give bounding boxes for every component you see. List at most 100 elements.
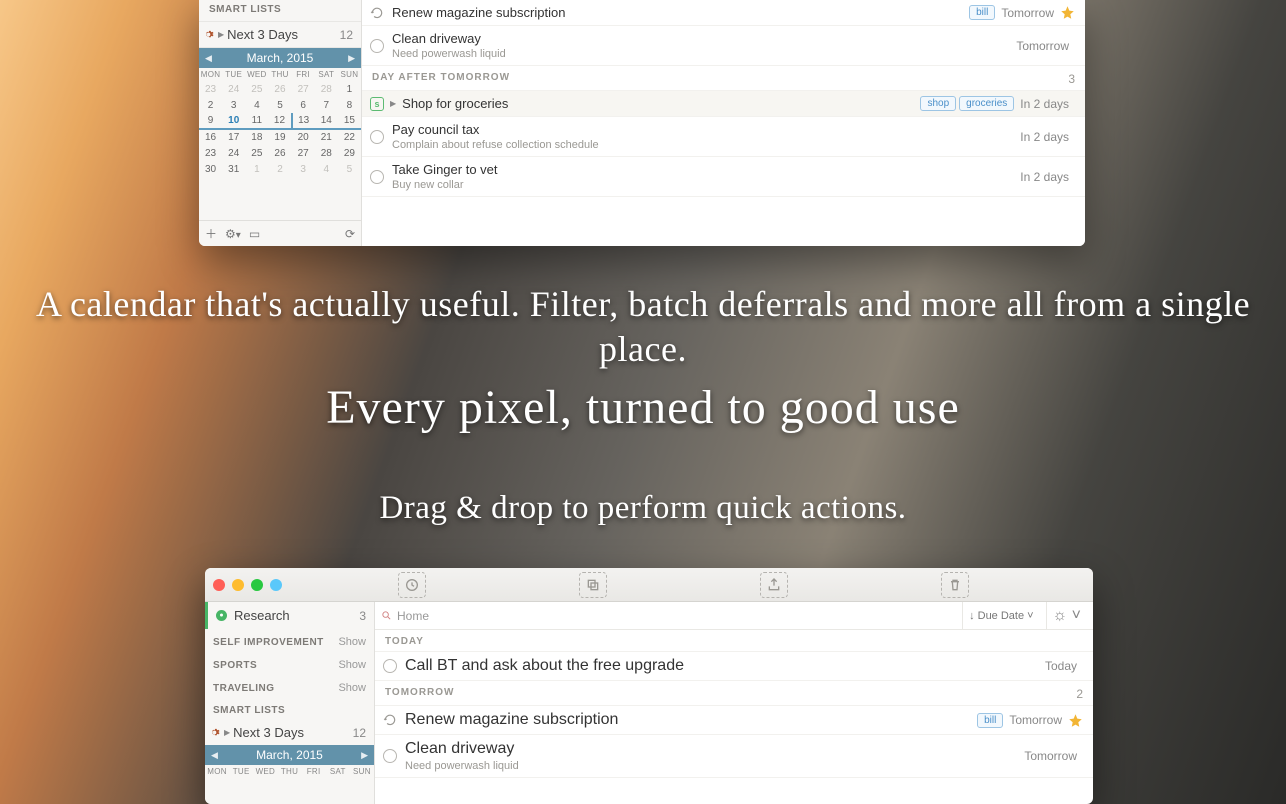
task-title: Clean driveway <box>392 31 1016 46</box>
task-checkbox[interactable] <box>383 659 397 673</box>
star-icon[interactable] <box>1060 5 1075 20</box>
task-note: Need powerwash liquid <box>392 48 1016 60</box>
drop-targets <box>282 572 1085 598</box>
task-due: Tomorrow <box>1016 39 1069 53</box>
task-row[interactable]: Call BT and ask about the free upgrade T… <box>375 652 1093 681</box>
task-title: Take Ginger to vet <box>392 162 1020 177</box>
section-show-button[interactable]: Show <box>338 682 366 694</box>
task-row[interactable]: Clean driveway Need powerwash liquid Tom… <box>362 26 1085 66</box>
task-due: In 2 days <box>1020 97 1069 111</box>
sidebar-item-next-3-days[interactable]: ▶ Next 3 Days 12 <box>205 720 374 745</box>
sidebar-item-count: 12 <box>340 28 353 42</box>
task-due: In 2 days <box>1020 170 1069 184</box>
task-checkbox[interactable] <box>370 170 384 184</box>
task-row[interactable]: Take Ginger to vet Buy new collar In 2 d… <box>362 157 1085 197</box>
task-row[interactable]: Renew magazine subscription bill Tomorro… <box>362 0 1085 26</box>
search-icon <box>381 610 392 621</box>
sidebar-section-smart-lists: SMART LISTS <box>199 0 361 21</box>
section-show-button[interactable]: Show <box>338 659 366 671</box>
calendar-prev-button[interactable]: ◀ <box>211 750 218 761</box>
drop-schedule[interactable] <box>398 572 426 598</box>
calendar-grid[interactable]: MONTUEWEDTHUFRISATSUN 2324252627281 2345… <box>199 68 361 177</box>
task-tag[interactable]: groceries <box>959 96 1014 111</box>
breadcrumb-home: Home <box>397 609 429 623</box>
calendar-next-button[interactable]: ▶ <box>348 53 355 64</box>
sidebar: ● Research 3 SELF IMPROVEMENT Show SPORT… <box>205 602 375 804</box>
task-row[interactable]: Clean driveway Need powerwash liquid Tom… <box>375 735 1093 778</box>
disclosure-triangle-icon: ▶ <box>224 728 230 737</box>
trash-icon <box>947 577 963 593</box>
sidebar-section-sports[interactable]: SPORTS Show <box>205 652 374 675</box>
task-title: Pay council tax <box>392 122 1020 137</box>
calendar-title: March, 2015 <box>247 51 314 65</box>
task-due: In 2 days <box>1020 130 1069 144</box>
task-title: Shop for groceries <box>402 96 920 111</box>
task-note: Buy new collar <box>392 179 1020 191</box>
task-checkbox[interactable] <box>370 130 384 144</box>
sidebar-item-label: Next 3 Days <box>233 725 352 740</box>
extra-button[interactable] <box>270 579 282 591</box>
search-field[interactable]: Home <box>381 609 956 623</box>
zoom-button[interactable] <box>251 579 263 591</box>
minimize-button[interactable] <box>232 579 244 591</box>
task-title: Call BT and ask about the free upgrade <box>405 657 1045 675</box>
section-header-day-after-tomorrow: DAY AFTER TOMORROW 3 <box>362 66 1085 91</box>
sort-menu[interactable]: ↓ Due Date ˅ <box>962 602 1039 629</box>
task-note: Need powerwash liquid <box>405 760 1024 772</box>
calendar-toggle[interactable]: ▭ <box>249 227 260 241</box>
sidebar-item-next-3-days[interactable]: ▶ Next 3 Days 12 <box>199 21 361 48</box>
add-button[interactable]: ＋ <box>205 225 217 242</box>
list-color-icon: ● <box>216 610 227 621</box>
settings-button[interactable]: ⚙︎▾ <box>225 227 241 241</box>
list-toolbar: Home ↓ Due Date ˅ ☼ ˅ <box>375 602 1093 630</box>
calendar-header: ◀ March, 2015 ▶ <box>199 48 361 68</box>
drop-delete[interactable] <box>941 572 969 598</box>
section-header-today: TODAY <box>375 630 1093 652</box>
task-row[interactable]: Renew magazine subscription bill Tomorro… <box>375 706 1093 735</box>
repeat-icon <box>370 6 384 20</box>
calendar-next-button[interactable]: ▶ <box>361 750 368 761</box>
gear-icon <box>209 727 220 738</box>
task-due: Tomorrow <box>1009 713 1062 727</box>
sublist-indicator-icon[interactable]: s <box>370 97 384 111</box>
calendar-grid[interactable]: MONTUEWEDTHUFRISATSUN <box>205 765 374 778</box>
view-options-button[interactable]: ☼ ˅ <box>1046 602 1087 629</box>
task-tag[interactable]: bill <box>969 5 995 20</box>
share-icon <box>766 577 782 593</box>
task-due: Today <box>1045 659 1077 673</box>
star-icon[interactable] <box>1068 713 1083 728</box>
sync-button[interactable]: ⟳ <box>345 227 355 241</box>
task-title: Clean driveway <box>405 740 1024 758</box>
drop-share[interactable] <box>760 572 788 598</box>
section-count: 2 <box>1076 687 1083 701</box>
sidebar-item-label: Research <box>234 608 359 623</box>
disclosure-triangle-icon: ▶ <box>218 30 224 39</box>
task-tag[interactable]: bill <box>977 713 1003 728</box>
drop-duplicate[interactable] <box>579 572 607 598</box>
close-button[interactable] <box>213 579 225 591</box>
task-row[interactable]: s ▶ Shop for groceries shop groceries In… <box>362 91 1085 117</box>
sidebar-item-count: 12 <box>353 726 366 740</box>
sidebar-item-count: 3 <box>359 609 366 623</box>
marketing-line-1: A calendar that's actually useful. Filte… <box>0 282 1286 372</box>
sidebar-item-research[interactable]: ● Research 3 <box>205 602 374 629</box>
top-app-window: SMART LISTS ▶ Next 3 Days 12 ◀ March, 20… <box>199 0 1085 246</box>
task-due: Tomorrow <box>1001 6 1054 20</box>
section-show-button[interactable]: Show <box>338 636 366 648</box>
disclosure-triangle-icon[interactable]: ▶ <box>390 99 396 108</box>
marketing-line-2: Every pixel, turned to good use <box>0 380 1286 435</box>
task-row[interactable]: Pay council tax Complain about refuse co… <box>362 117 1085 157</box>
task-due: Tomorrow <box>1024 749 1077 763</box>
task-checkbox[interactable] <box>370 39 384 53</box>
sidebar-section-traveling[interactable]: TRAVELING Show <box>205 675 374 698</box>
calendar-prev-button[interactable]: ◀ <box>205 53 212 64</box>
repeat-icon <box>383 713 397 727</box>
sidebar-section-self-improvement[interactable]: SELF IMPROVEMENT Show <box>205 629 374 652</box>
task-note: Complain about refuse collection schedul… <box>392 139 1020 151</box>
bottom-app-window: ● Research 3 SELF IMPROVEMENT Show SPORT… <box>205 568 1093 804</box>
section-count: 3 <box>1068 72 1075 86</box>
task-tag[interactable]: shop <box>920 96 956 111</box>
task-title: Renew magazine subscription <box>392 5 969 20</box>
task-checkbox[interactable] <box>383 749 397 763</box>
titlebar <box>205 568 1093 602</box>
